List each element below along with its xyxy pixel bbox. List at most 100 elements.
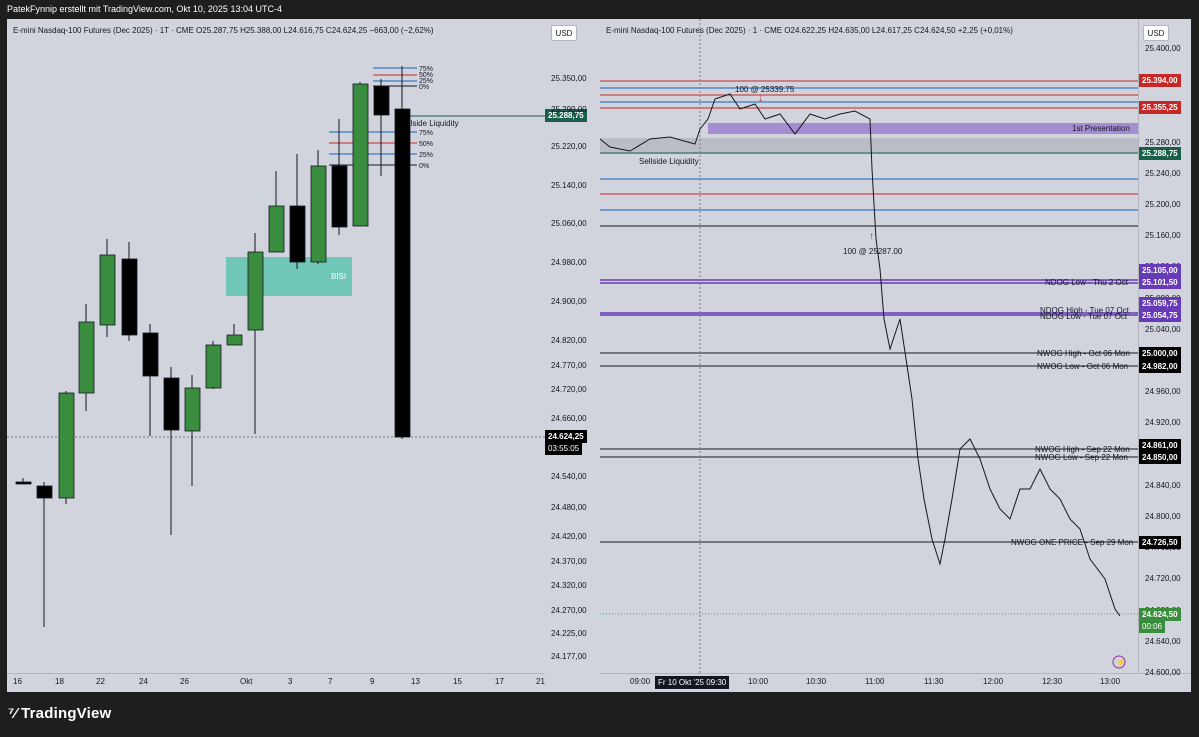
left-time-axis[interactable] <box>7 673 545 692</box>
right-time-label: 10:30 <box>806 677 827 686</box>
sellside-label: Sellside Liquidity <box>639 157 699 166</box>
candle-body <box>36 485 53 499</box>
left-price-label: 24.980,00 <box>551 258 587 267</box>
right-price-label: 25.400,00 <box>1145 44 1181 53</box>
right-price-label: 24.600,00 <box>1145 668 1181 677</box>
candle-body <box>121 258 138 336</box>
left-price-label: 24.720,00 <box>551 385 587 394</box>
right-price-badge: 24.726,50 <box>1139 536 1181 549</box>
left-time-label: Okt <box>240 677 253 686</box>
left-time-label: 15 <box>453 677 462 686</box>
nwog-oct-low-label: NWOG Low - Oct 06 Mon <box>1037 362 1128 371</box>
candle-body <box>247 251 264 331</box>
right-price-badge: 24.982,00 <box>1139 360 1181 373</box>
left-chart-pane[interactable]: BISI Sellside Liquidity 75% 50% 25% 0% 7… <box>7 19 545 692</box>
bisi-label: BISI <box>331 272 346 281</box>
left-time-label: 18 <box>55 677 64 686</box>
right-price-badge: 24.850,00 <box>1139 451 1181 464</box>
right-price-label: 24.920,00 <box>1145 418 1181 428</box>
left-time-label: 22 <box>96 677 105 686</box>
left-currency-button[interactable]: USD <box>551 25 577 41</box>
candle-body <box>163 377 180 431</box>
left-time-label: 24 <box>139 677 148 686</box>
right-price-label: 24.720,00 <box>1145 574 1181 584</box>
left-time-label: 17 <box>495 677 504 686</box>
candle-body <box>352 83 369 227</box>
left-price-label: 24.225,00 <box>551 629 587 638</box>
fib-bottom-75: 75% <box>419 130 433 137</box>
candle-body <box>184 387 201 432</box>
candle-body <box>268 205 285 253</box>
left-price-axis-area[interactable]: USD 25.288,75 24.624,25 03:55:05 25.350,… <box>545 19 600 692</box>
left-price-label: 24.270,00 <box>551 606 587 615</box>
right-currency-button[interactable]: USD <box>1143 25 1169 41</box>
left-countdown: 03:55:05 <box>545 442 583 455</box>
left-symbol-line: E-mini Nasdaq-100 Futures (Dec 2025) · 1… <box>13 26 434 35</box>
right-price-badge: 25.054,75 <box>1139 309 1181 322</box>
left-time-label: 21 <box>536 677 545 686</box>
right-price-label: 25.200,00 <box>1145 200 1181 209</box>
candle-body <box>289 205 306 263</box>
left-price-label: 25.140,00 <box>551 181 587 190</box>
right-price-badge: 25.394,00 <box>1139 74 1181 87</box>
nwog-sep-low-label: NWOG Low - Sep 22 Mon <box>1035 453 1128 462</box>
tradingview-logo[interactable]: ⁷⁄ TradingView <box>8 705 111 722</box>
arrow-down-icon: ↓ <box>758 93 763 104</box>
fib-bottom-50: 50% <box>419 141 433 148</box>
tradingview-logo-icon: ⁷⁄ <box>8 705 18 722</box>
ndog-low-label: NDOG Low - Tue 07 Oct <box>1040 312 1128 321</box>
right-price-label: 25.280,00 <box>1145 137 1181 147</box>
left-price-label: 24.370,00 <box>551 557 587 566</box>
candle-body <box>373 85 390 116</box>
candle-body <box>205 344 222 389</box>
left-price-label: 24.420,00 <box>551 532 587 541</box>
left-price-label: 24.900,00 <box>551 297 587 306</box>
arrow-up-icon: ↑ <box>869 231 874 242</box>
left-price-label: 25.290,00 <box>551 105 587 114</box>
svg-text:⚡: ⚡ <box>1116 657 1126 667</box>
left-price-label: 25.350,00 <box>551 74 587 83</box>
candle-body <box>78 321 95 394</box>
left-price-label: 24.770,00 <box>551 361 587 370</box>
right-time-label: 10:00 <box>748 677 769 686</box>
right-chart-pane[interactable]: 100 @ 25339.75 100 @ 25287.00 ↑ ↓ 1st Pr… <box>600 19 1191 692</box>
left-price-label: 24.540,00 <box>551 472 587 481</box>
screenshot-title: PatekFynnip erstellt mit TradingView.com… <box>7 4 282 14</box>
right-price-label: 24.800,00 <box>1145 512 1181 521</box>
candle-body <box>15 481 32 485</box>
left-price-label: 24.820,00 <box>551 336 587 345</box>
left-candlestick-chart[interactable]: BISI Sellside Liquidity 75% 50% 25% 0% 7… <box>7 19 545 692</box>
right-time-label: 13:00 <box>1100 677 1121 686</box>
right-time-label: 12:00 <box>983 677 1004 686</box>
right-price-label: 24.840,00 <box>1145 480 1181 490</box>
right-price-badge: 25.288,75 <box>1139 147 1181 160</box>
left-price-label: 25.220,00 <box>551 142 587 151</box>
right-price-label: 25.240,00 <box>1145 168 1181 178</box>
nwog-one-label: NWOG ONE PRICE - Sep 29 Mon <box>1011 538 1133 547</box>
right-price-badge: 25.101,50 <box>1139 276 1181 289</box>
candle-body <box>58 392 75 499</box>
right-line-chart[interactable]: 100 @ 25339.75 100 @ 25287.00 ↑ ↓ 1st Pr… <box>600 19 1140 674</box>
left-time-label: 3 <box>288 677 293 686</box>
right-time-label: 12:30 <box>1042 677 1063 686</box>
left-price-label: 24.177,00 <box>551 652 587 661</box>
left-time-label: 7 <box>328 677 333 686</box>
right-symbol-line: E-mini Nasdaq-100 Futures (Dec 2025) · 1… <box>606 26 1013 35</box>
candle-body <box>394 108 411 438</box>
right-price-badge: 25.000,00 <box>1139 347 1181 360</box>
candle-body <box>331 165 348 228</box>
candle-body <box>99 254 116 326</box>
right-time-label: 11:30 <box>924 677 944 686</box>
left-price-label: 24.660,00 <box>551 414 587 423</box>
fib-bottom-0: 0% <box>419 163 429 170</box>
right-time-label: 11:00 <box>865 677 885 686</box>
right-countdown: 00:06 <box>1139 620 1166 633</box>
trade-label-mid: 100 @ 25287.00 <box>843 247 903 256</box>
nwog-oct-high-label: NWOG High - Oct 06 Mon <box>1037 349 1130 358</box>
presentation-label: 1st Presentation <box>1072 124 1130 133</box>
left-time-label: 26 <box>180 677 189 686</box>
candle-body <box>310 165 327 263</box>
left-price-label: 24.320,00 <box>551 581 587 590</box>
right-price-label: 24.640,00 <box>1145 636 1181 646</box>
left-time-label: 16 <box>13 677 22 686</box>
